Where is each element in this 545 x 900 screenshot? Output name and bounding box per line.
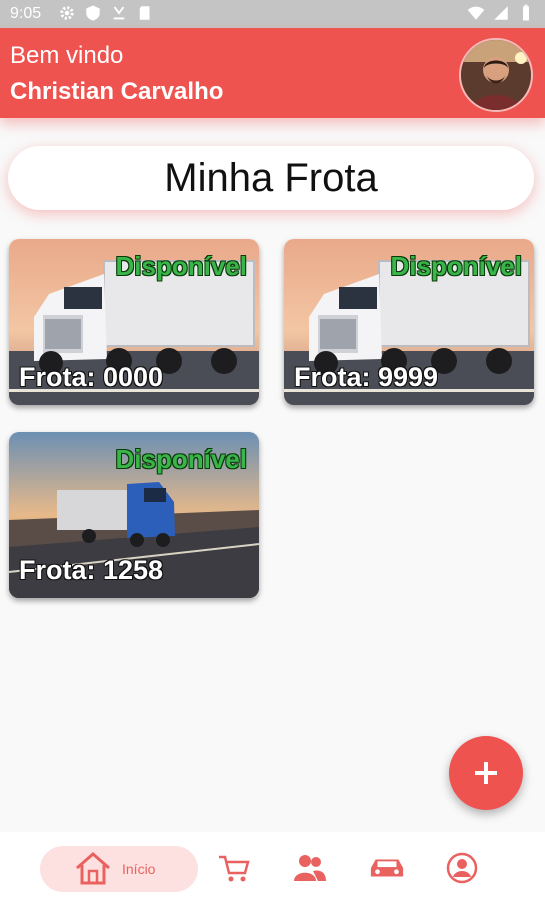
fleet-label: Frota: 9999 bbox=[294, 362, 439, 392]
app-header: Bem vindo Christian Carvalho bbox=[0, 28, 545, 118]
download-icon bbox=[113, 6, 125, 20]
signal-icon bbox=[494, 6, 508, 20]
nav-home-label: Início bbox=[122, 861, 156, 877]
shield-icon bbox=[86, 5, 100, 21]
status-badge: Disponível bbox=[115, 444, 247, 474]
bottom-nav: Início bbox=[0, 832, 545, 900]
sd-card-icon bbox=[139, 6, 150, 20]
users-icon bbox=[294, 855, 326, 881]
gear-icon bbox=[60, 6, 74, 20]
fleet-label: Frota: 1258 bbox=[19, 555, 164, 585]
nav-item-cart[interactable] bbox=[216, 850, 252, 886]
cart-icon bbox=[219, 855, 250, 882]
greeting-text: Bem vindo bbox=[10, 42, 124, 69]
nav-item-vehicles[interactable] bbox=[369, 850, 405, 886]
battery-icon bbox=[523, 4, 529, 21]
status-badge: Disponível bbox=[390, 251, 522, 281]
nav-item-account[interactable] bbox=[444, 850, 480, 886]
add-fleet-button[interactable] bbox=[449, 736, 523, 810]
plus-icon bbox=[475, 762, 497, 784]
status-badge: Disponível bbox=[115, 251, 247, 281]
fleet-card[interactable]: Disponível Frota: 0000 bbox=[9, 239, 259, 405]
account-icon bbox=[446, 852, 478, 884]
status-time: 9:05 bbox=[10, 5, 42, 22]
fleet-card[interactable]: Disponível Frota: 1258 bbox=[9, 432, 259, 598]
status-bar: 9:05 bbox=[0, 0, 545, 28]
wifi-icon bbox=[467, 6, 485, 20]
nav-item-users[interactable] bbox=[292, 850, 328, 886]
home-icon bbox=[76, 852, 110, 885]
car-icon bbox=[370, 859, 404, 877]
fleet-label: Frota: 0000 bbox=[19, 362, 164, 392]
avatar[interactable] bbox=[459, 38, 533, 112]
page-title: Minha Frota bbox=[8, 146, 534, 210]
nav-item-home[interactable]: Início bbox=[40, 846, 198, 892]
fleet-card[interactable]: Disponível Frota: 9999 bbox=[284, 239, 534, 405]
user-name: Christian Carvalho bbox=[10, 78, 224, 105]
